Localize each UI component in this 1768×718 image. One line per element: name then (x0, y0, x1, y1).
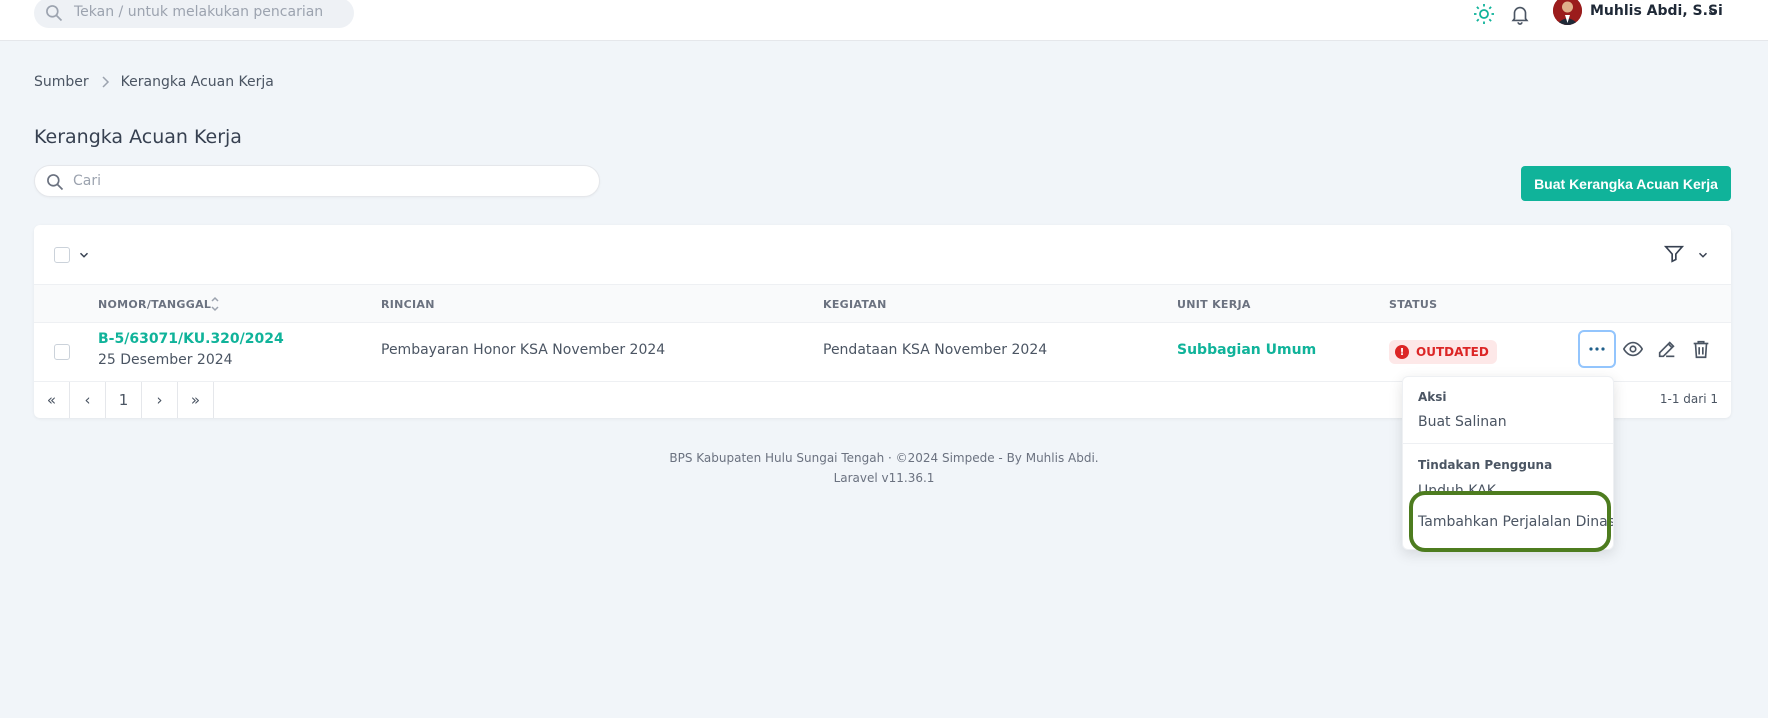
menu-item-tambahkan-perjalanan-dinas[interactable]: Tambahkan Perjalalan Dinas (1418, 514, 1613, 530)
bell-icon[interactable] (1509, 2, 1531, 26)
row-kegiatan: Pendataan KSA November 2024 (823, 342, 1048, 358)
search-field[interactable] (34, 165, 600, 197)
menu-item-unduh-kak[interactable]: Unduh KAK (1418, 483, 1496, 499)
chevron-down-icon[interactable] (1696, 248, 1710, 262)
sort-icon[interactable] (210, 295, 220, 313)
pagination-summary: 1-1 dari 1 (1659, 392, 1718, 406)
row-checkbox[interactable] (54, 344, 70, 360)
row-nomor-link[interactable]: B-5/63071/KU.320/2024 (98, 331, 284, 347)
status-label: OUTDATED (1416, 345, 1489, 359)
breadcrumb: Sumber Kerangka Acuan Kerja (34, 74, 274, 90)
global-search-placeholder: Tekan / untuk melakukan pencarian (74, 4, 324, 20)
breadcrumb-item-current: Kerangka Acuan Kerja (120, 74, 274, 90)
chevron-right-icon (102, 76, 109, 88)
chevron-down-icon[interactable] (77, 248, 91, 262)
search-input[interactable] (73, 168, 573, 194)
pagination-last[interactable]: » (178, 382, 214, 418)
breadcrumb-item-sumber[interactable]: Sumber (34, 74, 89, 90)
dropdown-header-aksi: Aksi (1418, 390, 1447, 404)
row-rincian: Pembayaran Honor KSA November 2024 (381, 342, 666, 358)
menu-item-buat-salinan[interactable]: Buat Salinan (1418, 414, 1507, 430)
table-toolbar (34, 225, 1731, 285)
row-tanggal: 25 Desember 2024 (98, 352, 233, 368)
pagination-page-1[interactable]: 1 (106, 382, 142, 418)
eye-icon[interactable] (1622, 338, 1644, 360)
edit-icon[interactable] (1656, 338, 1678, 360)
pagination-next[interactable]: › (142, 382, 178, 418)
pagination-first[interactable]: « (34, 382, 70, 418)
actions-dropdown: Aksi Buat Salinan Tindakan Pengguna Undu… (1402, 376, 1614, 550)
avatar[interactable] (1553, 0, 1582, 25)
column-header-unit-kerja: UNIT KERJA (1177, 298, 1251, 311)
pagination-prev[interactable]: ‹ (70, 382, 106, 418)
column-header-rincian: RINCIAN (381, 298, 435, 311)
user-name[interactable]: Muhlis Abdi, S.Si (1590, 3, 1723, 19)
search-icon (46, 5, 63, 22)
trash-icon[interactable] (1690, 338, 1712, 360)
dropdown-header-tindakan: Tindakan Pengguna (1418, 458, 1553, 472)
dropdown-divider (1403, 443, 1613, 444)
top-bar: Tekan / untuk melakukan pencarian Muhlis… (0, 0, 1768, 41)
row-unit-kerja-link[interactable]: Subbagian Umum (1177, 342, 1316, 358)
ellipsis-icon (1589, 347, 1605, 351)
column-header-kegiatan: KEGIATAN (823, 298, 887, 311)
column-header-status: STATUS (1389, 298, 1438, 311)
table-header: NOMOR/TANGGAL RINCIAN KEGIATAN UNIT KERJ… (34, 285, 1731, 323)
more-actions-button[interactable] (1578, 330, 1616, 368)
alert-icon: ! (1395, 345, 1409, 359)
search-icon (47, 174, 64, 191)
column-header-nomor[interactable]: NOMOR/TANGGAL (98, 298, 211, 311)
global-search-input[interactable]: Tekan / untuk melakukan pencarian (34, 0, 354, 28)
chevron-down-icon[interactable] (1706, 5, 1720, 19)
page-title: Kerangka Acuan Kerja (34, 126, 242, 148)
select-all-checkbox[interactable] (54, 247, 70, 263)
create-kak-button[interactable]: Buat Kerangka Acuan Kerja (1521, 166, 1731, 201)
filter-icon[interactable] (1663, 243, 1685, 265)
sun-icon[interactable] (1472, 2, 1496, 26)
status-badge: ! OUTDATED (1389, 340, 1497, 364)
table-row[interactable]: B-5/63071/KU.320/2024 25 Desember 2024 P… (34, 323, 1731, 382)
